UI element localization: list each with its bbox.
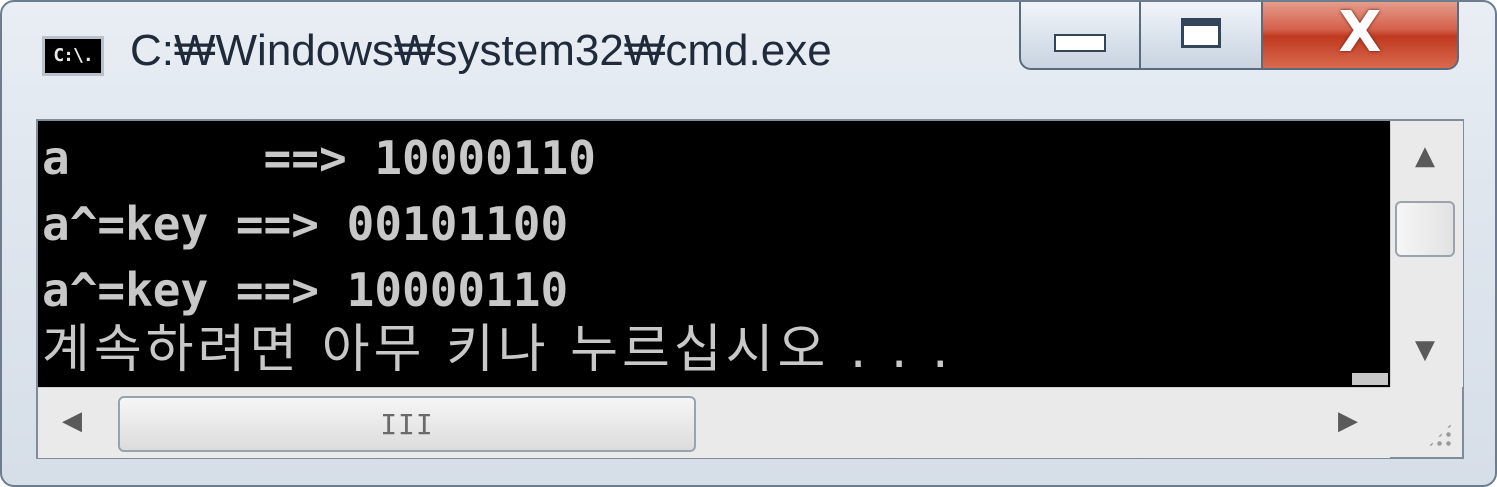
size-grip[interactable]: [1390, 387, 1462, 457]
console-line: a^=key ==> 10000110: [42, 263, 569, 317]
text-cursor: [1352, 373, 1388, 385]
cmd-window: C:\. C:₩Windows₩system32₩cmd.exe X a ==>…: [0, 0, 1497, 487]
scroll-down-icon[interactable]: ▼: [1415, 337, 1435, 363]
console-line: a ==> 10000110: [42, 131, 596, 185]
minimize-button[interactable]: [1019, 2, 1141, 70]
resize-grip-icon: [1426, 421, 1454, 449]
console-prompt-line: 계속하려면 아무 키나 누르십시오 . . .: [42, 320, 953, 380]
scroll-up-icon[interactable]: ▲: [1415, 143, 1435, 169]
title-bar[interactable]: C:\. C:₩Windows₩system32₩cmd.exe X: [2, 2, 1495, 112]
console-line: a^=key ==> 00101100: [42, 197, 569, 251]
cmd-icon[interactable]: C:\.: [42, 36, 104, 76]
scroll-left-icon[interactable]: ◀: [62, 408, 82, 434]
vertical-scroll-thumb[interactable]: [1395, 201, 1455, 257]
caption-buttons: X: [1019, 0, 1459, 70]
horizontal-scroll-thumb[interactable]: III: [118, 396, 696, 452]
minimize-icon: [1054, 34, 1106, 52]
close-button[interactable]: X: [1263, 0, 1459, 70]
vertical-scrollbar[interactable]: ▲ ▼: [1390, 121, 1463, 387]
console-output[interactable]: a ==> 10000110 a^=key ==> 00101100 a^=ke…: [38, 121, 1390, 387]
close-icon: X: [1338, 0, 1382, 65]
thumb-grip-icon: III: [380, 407, 434, 441]
window-title: C:₩Windows₩system32₩cmd.exe: [130, 26, 832, 75]
horizontal-scrollbar[interactable]: ◀ III ▶: [38, 387, 1390, 458]
scroll-right-icon[interactable]: ▶: [1338, 408, 1358, 434]
console-client-area: a ==> 10000110 a^=key ==> 00101100 a^=ke…: [36, 119, 1464, 459]
maximize-button[interactable]: [1141, 2, 1263, 70]
maximize-icon: [1181, 18, 1221, 48]
